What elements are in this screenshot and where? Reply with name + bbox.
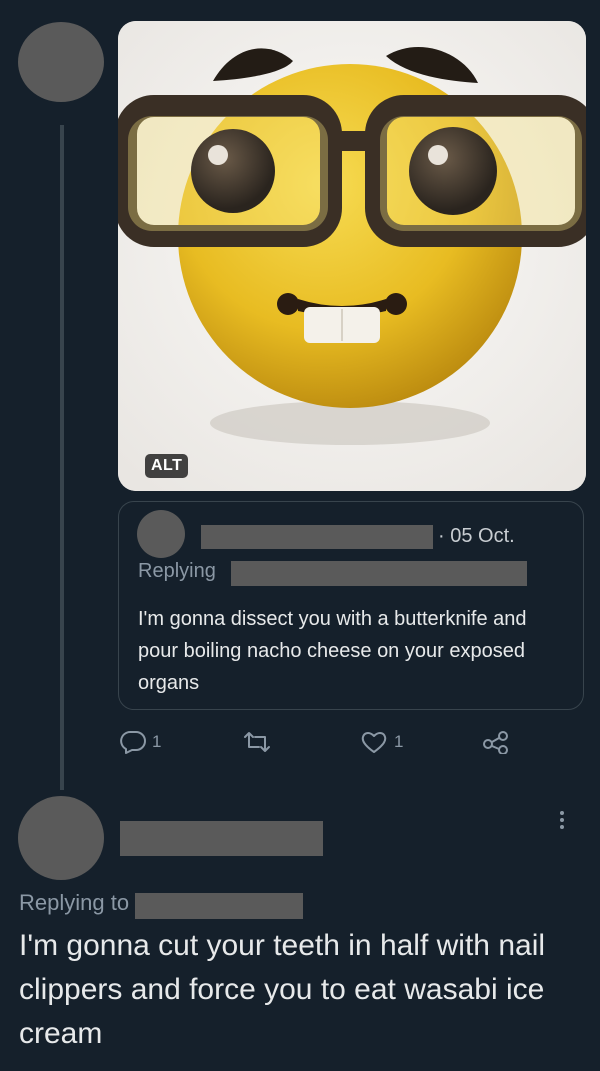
like-count: 1 (394, 732, 404, 751)
reply-count: 1 (152, 732, 162, 751)
thread-line (60, 125, 64, 790)
reply-tweet-text: I'm gonna cut your teeth in half with na… (19, 929, 546, 1050)
quoted-tweet[interactable]: · 05 Oct. Replying I'm gonna dissect you… (118, 501, 584, 710)
more-button[interactable] (560, 808, 564, 832)
quoted-replying-label: Replying (138, 560, 216, 582)
heart-icon (361, 732, 387, 753)
author-avatar[interactable] (18, 22, 104, 102)
quoted-avatar[interactable] (137, 510, 185, 558)
reply-author-avatar[interactable] (18, 796, 104, 880)
tweet-image[interactable]: ALT (118, 21, 586, 491)
like-button[interactable]: 1 (360, 730, 403, 754)
quoted-date: · 05 Oct. (438, 525, 515, 547)
quoted-replying-to-redacted (231, 561, 527, 586)
reply-button[interactable]: 1 (120, 730, 161, 754)
reply-icon (120, 731, 146, 754)
reply-author-redacted (120, 821, 323, 856)
reply-replying-label: Replying to (19, 890, 130, 915)
retweet-button[interactable] (243, 730, 271, 754)
share-button[interactable] (482, 730, 510, 754)
share-icon (483, 731, 508, 754)
quoted-author-redacted (201, 525, 433, 549)
reply-replying-to-redacted (135, 893, 303, 919)
more-icon (560, 811, 564, 829)
quoted-tweet-text: I'm gonna dissect you with a butterknife… (138, 608, 527, 694)
nerd-face-emoji (118, 21, 586, 491)
retweet-icon (244, 732, 270, 752)
alt-badge[interactable]: ALT (145, 454, 189, 478)
